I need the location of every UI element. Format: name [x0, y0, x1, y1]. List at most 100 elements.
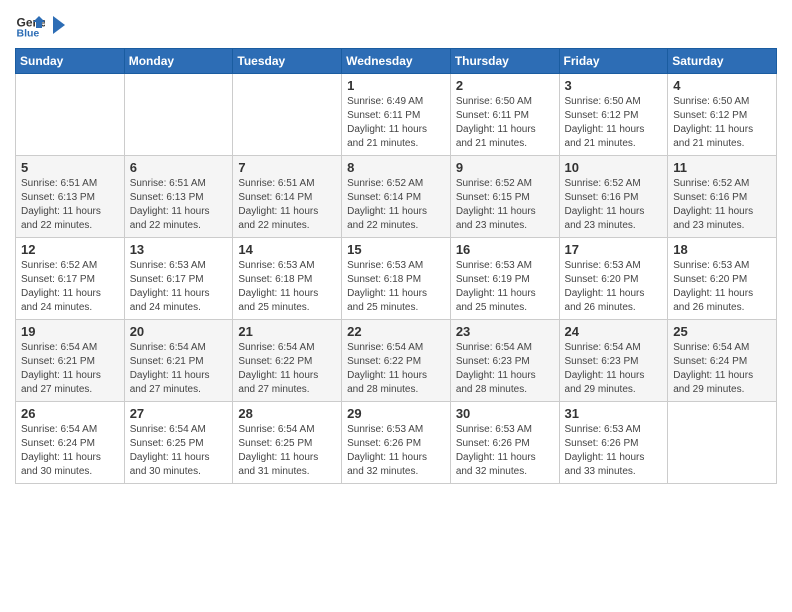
- day-info: Sunrise: 6:54 AM Sunset: 6:22 PM Dayligh…: [238, 341, 336, 397]
- day-info: Sunrise: 6:53 AM Sunset: 6:26 PM Dayligh…: [456, 423, 554, 479]
- calendar-cell: 3Sunrise: 6:50 AM Sunset: 6:12 PM Daylig…: [559, 74, 668, 156]
- calendar-cell: 16Sunrise: 6:53 AM Sunset: 6:19 PM Dayli…: [450, 238, 559, 320]
- day-number: 17: [565, 242, 663, 257]
- calendar-week-row: 5Sunrise: 6:51 AM Sunset: 6:13 PM Daylig…: [16, 156, 777, 238]
- logo-icon: General Blue: [15, 10, 45, 40]
- day-number: 15: [347, 242, 445, 257]
- calendar-table: SundayMondayTuesdayWednesdayThursdayFrid…: [15, 48, 777, 484]
- calendar-cell: 18 Sunrise: 6:53 AM Sunset: 6:20 PM Dayli…: [668, 238, 777, 320]
- calendar-cell: [668, 402, 777, 484]
- calendar-cell: 27Sunrise: 6:54 AM Sunset: 6:25 PM Dayli…: [124, 402, 233, 484]
- day-number: 6: [130, 160, 228, 175]
- calendar-cell: 29 Sunrise: 6:53 AM Sunset: 6:26 PM Dayli…: [342, 402, 451, 484]
- calendar-cell: 5Sunrise: 6:51 AM Sunset: 6:13 PM Daylig…: [16, 156, 125, 238]
- day-info: Sunrise: 6:53 AM Sunset: 6:26 PM Dayligh…: [565, 423, 663, 479]
- calendar-week-row: 1 Sunrise: 6:49 AM Sunset: 6:11 PM Daylig…: [16, 74, 777, 156]
- calendar-cell: 8 Sunrise: 6:52 AM Sunset: 6:14 PM Daylig…: [342, 156, 451, 238]
- calendar-week-row: 12 Sunrise: 6:52 AM Sunset: 6:17 PM Dayli…: [16, 238, 777, 320]
- day-info: Sunrise: 6:52 AM Sunset: 6:15 PM Dayligh…: [456, 177, 554, 233]
- weekday-header: Friday: [559, 49, 668, 74]
- day-number: 5: [21, 160, 119, 175]
- weekday-header: Tuesday: [233, 49, 342, 74]
- weekday-header: Sunday: [16, 49, 125, 74]
- day-info: Sunrise: 6:52 AM Sunset: 6:16 PM Dayligh…: [565, 177, 663, 233]
- day-number: 4: [673, 78, 771, 93]
- day-number: 1: [347, 78, 445, 93]
- day-number: 22: [347, 324, 445, 339]
- day-info: Sunrise: 6:54 AM Sunset: 6:22 PM Dayligh…: [347, 341, 445, 397]
- day-info: Sunrise: 6:53 AM Sunset: 6:18 PM Dayligh…: [347, 259, 445, 315]
- day-number: 21: [238, 324, 336, 339]
- day-info: Sunrise: 6:54 AM Sunset: 6:21 PM Dayligh…: [21, 341, 119, 397]
- calendar-week-row: 19Sunrise: 6:54 AM Sunset: 6:21 PM Dayli…: [16, 320, 777, 402]
- day-number: 25: [673, 324, 771, 339]
- svg-text:Blue: Blue: [17, 27, 40, 39]
- logo: General Blue: [15, 10, 67, 40]
- day-info: Sunrise: 6:53 AM Sunset: 6:20 PM Dayligh…: [673, 259, 771, 315]
- day-info: Sunrise: 6:54 AM Sunset: 6:23 PM Dayligh…: [456, 341, 554, 397]
- day-number: 30: [456, 406, 554, 421]
- calendar-cell: [124, 74, 233, 156]
- day-info: Sunrise: 6:52 AM Sunset: 6:17 PM Dayligh…: [21, 259, 119, 315]
- day-number: 20: [130, 324, 228, 339]
- day-number: 2: [456, 78, 554, 93]
- calendar-cell: 20 Sunrise: 6:54 AM Sunset: 6:21 PM Dayli…: [124, 320, 233, 402]
- calendar-cell: 4 Sunrise: 6:50 AM Sunset: 6:12 PM Daylig…: [668, 74, 777, 156]
- day-number: 18: [673, 242, 771, 257]
- day-info: Sunrise: 6:54 AM Sunset: 6:23 PM Dayligh…: [565, 341, 663, 397]
- day-info: Sunrise: 6:52 AM Sunset: 6:16 PM Dayligh…: [673, 177, 771, 233]
- calendar-cell: 9 Sunrise: 6:52 AM Sunset: 6:15 PM Daylig…: [450, 156, 559, 238]
- day-number: 7: [238, 160, 336, 175]
- day-number: 29: [347, 406, 445, 421]
- weekday-header: Thursday: [450, 49, 559, 74]
- calendar-cell: 15 Sunrise: 6:53 AM Sunset: 6:18 PM Dayli…: [342, 238, 451, 320]
- calendar-cell: 31 Sunrise: 6:53 AM Sunset: 6:26 PM Dayli…: [559, 402, 668, 484]
- calendar-cell: [16, 74, 125, 156]
- calendar-cell: 7Sunrise: 6:51 AM Sunset: 6:14 PM Daylig…: [233, 156, 342, 238]
- day-info: Sunrise: 6:52 AM Sunset: 6:14 PM Dayligh…: [347, 177, 445, 233]
- header: General Blue: [15, 10, 777, 40]
- day-info: Sunrise: 6:50 AM Sunset: 6:12 PM Dayligh…: [673, 95, 771, 151]
- calendar-header-row: SundayMondayTuesdayWednesdayThursdayFrid…: [16, 49, 777, 74]
- day-info: Sunrise: 6:53 AM Sunset: 6:20 PM Dayligh…: [565, 259, 663, 315]
- day-info: Sunrise: 6:53 AM Sunset: 6:17 PM Dayligh…: [130, 259, 228, 315]
- day-number: 28: [238, 406, 336, 421]
- calendar-cell: 23 Sunrise: 6:54 AM Sunset: 6:23 PM Dayli…: [450, 320, 559, 402]
- day-info: Sunrise: 6:50 AM Sunset: 6:11 PM Dayligh…: [456, 95, 554, 151]
- calendar-cell: 17 Sunrise: 6:53 AM Sunset: 6:20 PM Dayli…: [559, 238, 668, 320]
- day-info: Sunrise: 6:54 AM Sunset: 6:25 PM Dayligh…: [130, 423, 228, 479]
- calendar-cell: 30 Sunrise: 6:53 AM Sunset: 6:26 PM Dayli…: [450, 402, 559, 484]
- calendar-cell: 6Sunrise: 6:51 AM Sunset: 6:13 PM Daylig…: [124, 156, 233, 238]
- day-number: 26: [21, 406, 119, 421]
- day-info: Sunrise: 6:53 AM Sunset: 6:18 PM Dayligh…: [238, 259, 336, 315]
- day-number: 13: [130, 242, 228, 257]
- calendar-cell: 14Sunrise: 6:53 AM Sunset: 6:18 PM Dayli…: [233, 238, 342, 320]
- day-info: Sunrise: 6:54 AM Sunset: 6:25 PM Dayligh…: [238, 423, 336, 479]
- calendar-week-row: 26Sunrise: 6:54 AM Sunset: 6:24 PM Dayli…: [16, 402, 777, 484]
- day-number: 3: [565, 78, 663, 93]
- day-info: Sunrise: 6:53 AM Sunset: 6:26 PM Dayligh…: [347, 423, 445, 479]
- day-number: 31: [565, 406, 663, 421]
- calendar-cell: 19Sunrise: 6:54 AM Sunset: 6:21 PM Dayli…: [16, 320, 125, 402]
- day-number: 23: [456, 324, 554, 339]
- calendar-cell: 21 Sunrise: 6:54 AM Sunset: 6:22 PM Dayli…: [233, 320, 342, 402]
- calendar-cell: 1 Sunrise: 6:49 AM Sunset: 6:11 PM Daylig…: [342, 74, 451, 156]
- calendar-cell: 22 Sunrise: 6:54 AM Sunset: 6:22 PM Dayli…: [342, 320, 451, 402]
- day-number: 10: [565, 160, 663, 175]
- day-number: 9: [456, 160, 554, 175]
- logo-arrow-icon: [49, 14, 67, 36]
- calendar-cell: 24Sunrise: 6:54 AM Sunset: 6:23 PM Dayli…: [559, 320, 668, 402]
- day-number: 8: [347, 160, 445, 175]
- calendar-cell: 13 Sunrise: 6:53 AM Sunset: 6:17 PM Dayli…: [124, 238, 233, 320]
- day-info: Sunrise: 6:49 AM Sunset: 6:11 PM Dayligh…: [347, 95, 445, 151]
- day-number: 16: [456, 242, 554, 257]
- weekday-header: Monday: [124, 49, 233, 74]
- weekday-header: Saturday: [668, 49, 777, 74]
- day-number: 12: [21, 242, 119, 257]
- day-info: Sunrise: 6:54 AM Sunset: 6:24 PM Dayligh…: [673, 341, 771, 397]
- page: General Blue Su: [0, 0, 792, 612]
- day-info: Sunrise: 6:54 AM Sunset: 6:21 PM Dayligh…: [130, 341, 228, 397]
- weekday-header: Wednesday: [342, 49, 451, 74]
- calendar-cell: 26Sunrise: 6:54 AM Sunset: 6:24 PM Dayli…: [16, 402, 125, 484]
- calendar-cell: [233, 74, 342, 156]
